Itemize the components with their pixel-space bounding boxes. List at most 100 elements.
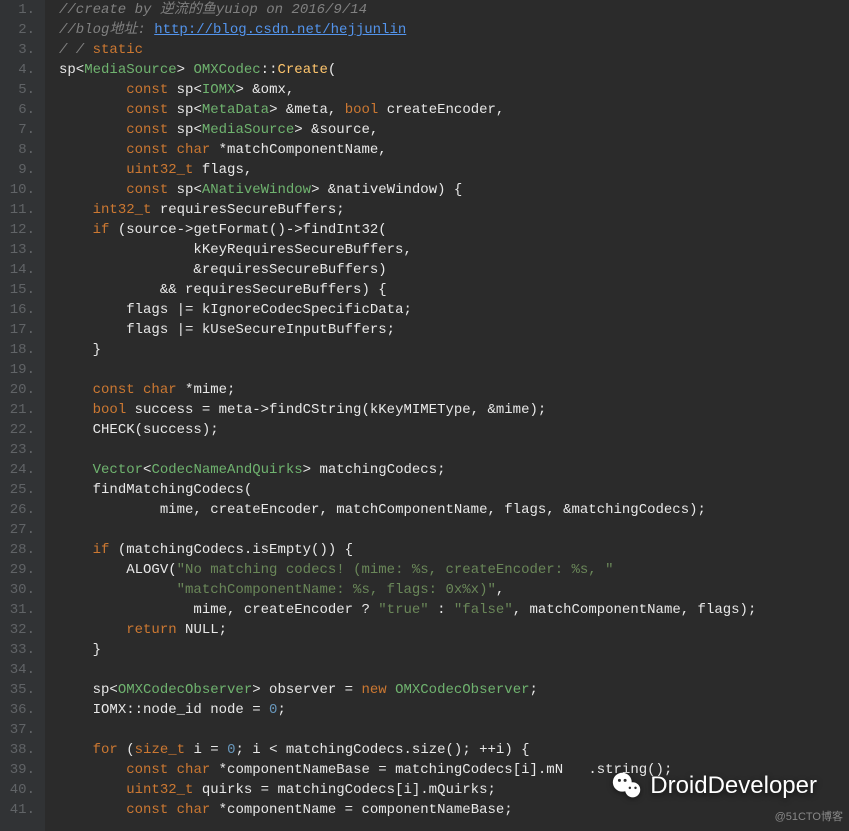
code-line: / / static [59,40,849,60]
token: NULL; [185,622,227,638]
token: sp< [168,122,202,138]
token: flags, [202,162,252,178]
token [168,762,176,778]
token [177,622,185,638]
token [135,382,143,398]
code-line: && requiresSecureBuffers) { [59,280,849,300]
code-line: sp<MediaSource> OMXCodec::Create( [59,60,849,80]
line-number: 21. [6,400,35,420]
token: ; [277,702,285,718]
token: } [93,342,101,358]
token: > [235,82,252,98]
code-line: Vector<CodecNameAndQuirks> matchingCodec… [59,460,849,480]
line-number: 40. [6,780,35,800]
token: :: [261,62,278,78]
line-number: 25. [6,480,35,500]
token: *componentNameBase = matchingCodecs[i].m… [210,762,563,778]
code-line: IOMX::node_id node = 0; [59,700,849,720]
line-number: 23. [6,440,35,460]
token [59,782,126,798]
token: //blog地址: [59,22,154,38]
token: "false" [454,602,513,618]
line-number: 41. [6,800,35,820]
code-line [59,360,849,380]
token: sp< [59,682,118,698]
token: &omx, [252,82,294,98]
token: ( [118,742,135,758]
url-link[interactable]: http://blog.csdn.net/hejjunlin [154,22,406,38]
token: char [177,142,211,158]
credit-label: @51CTO博客 [775,807,843,827]
token: new [361,682,386,698]
line-number: 37. [6,720,35,740]
token: Vector [93,462,143,478]
token: mime, createEncoder, matchComponentName,… [160,502,706,518]
line-number: 4. [6,60,35,80]
token [59,642,93,658]
token: matchingCodecs; [319,462,445,478]
line-number: 12. [6,220,35,240]
token [59,542,93,558]
line-number: 10. [6,180,35,200]
line-number: 11. [6,200,35,220]
code-line: bool success = meta->findCString(kKeyMIM… [59,400,849,420]
token [59,222,93,238]
token: (matchingCodecs.isEmpty()) { [118,542,353,558]
token: char [177,762,211,778]
code-line: //create by 逆流的鱼yuiop on 2016/9/14 [59,0,849,20]
token [151,202,159,218]
line-number: 38. [6,740,35,760]
code-line [59,720,849,740]
token: bool [93,402,127,418]
token [109,542,117,558]
line-number: 7. [6,120,35,140]
line-number: 30. [6,580,35,600]
token [59,802,126,818]
token [59,582,177,598]
token: findMatchingCodecs( [93,482,253,498]
token [59,742,93,758]
token [59,702,93,718]
token: ( [328,62,336,78]
token: , [496,582,504,598]
token: ; [530,682,538,698]
code-line: for (size_t i = 0; i < matchingCodecs.si… [59,740,849,760]
token: > [269,102,286,118]
token [59,322,126,338]
line-number: 27. [6,520,35,540]
code-line: sp<OMXCodecObserver> observer = new OMXC… [59,680,849,700]
line-number: 39. [6,760,35,780]
code-line: "matchComponentName: %s, flags: 0x%x)", [59,580,849,600]
token: MetaData [202,102,269,118]
token: ANativeWindow [202,182,311,198]
token: OMXCodecObserver [118,682,252,698]
line-number: 31. [6,600,35,620]
token: sp< [168,182,202,198]
code-line: if (source->getFormat()->findInt32( [59,220,849,240]
token [59,302,126,318]
token: > [303,462,320,478]
token [378,102,386,118]
code-line: const sp<ANativeWindow> &nativeWindow) { [59,180,849,200]
code-line: const sp<MediaSource> &source, [59,120,849,140]
code-line: return NULL; [59,620,849,640]
code-line: int32_t requiresSecureBuffers; [59,200,849,220]
token: IOMX::node_id node = [93,702,269,718]
token [59,482,93,498]
token: requiresSecureBuffers; [160,202,345,218]
line-number: 5. [6,80,35,100]
line-number: 18. [6,340,35,360]
token [59,162,126,178]
token [59,262,193,278]
token: , matchComponentName, flags); [513,602,757,618]
token: for [93,742,118,758]
code-line: const sp<MetaData> &meta, bool createEnc… [59,100,849,120]
line-number: 2. [6,20,35,40]
token: char [143,382,177,398]
line-number: 3. [6,40,35,60]
line-number: 13. [6,240,35,260]
code-area[interactable]: //create by 逆流的鱼yuiop on 2016/9/14 //blog… [45,0,849,831]
token: //create by 逆流的鱼yuiop on 2016/9/14 [59,2,367,18]
watermark-label: DroidDeveloper [650,776,817,796]
line-number: 35. [6,680,35,700]
